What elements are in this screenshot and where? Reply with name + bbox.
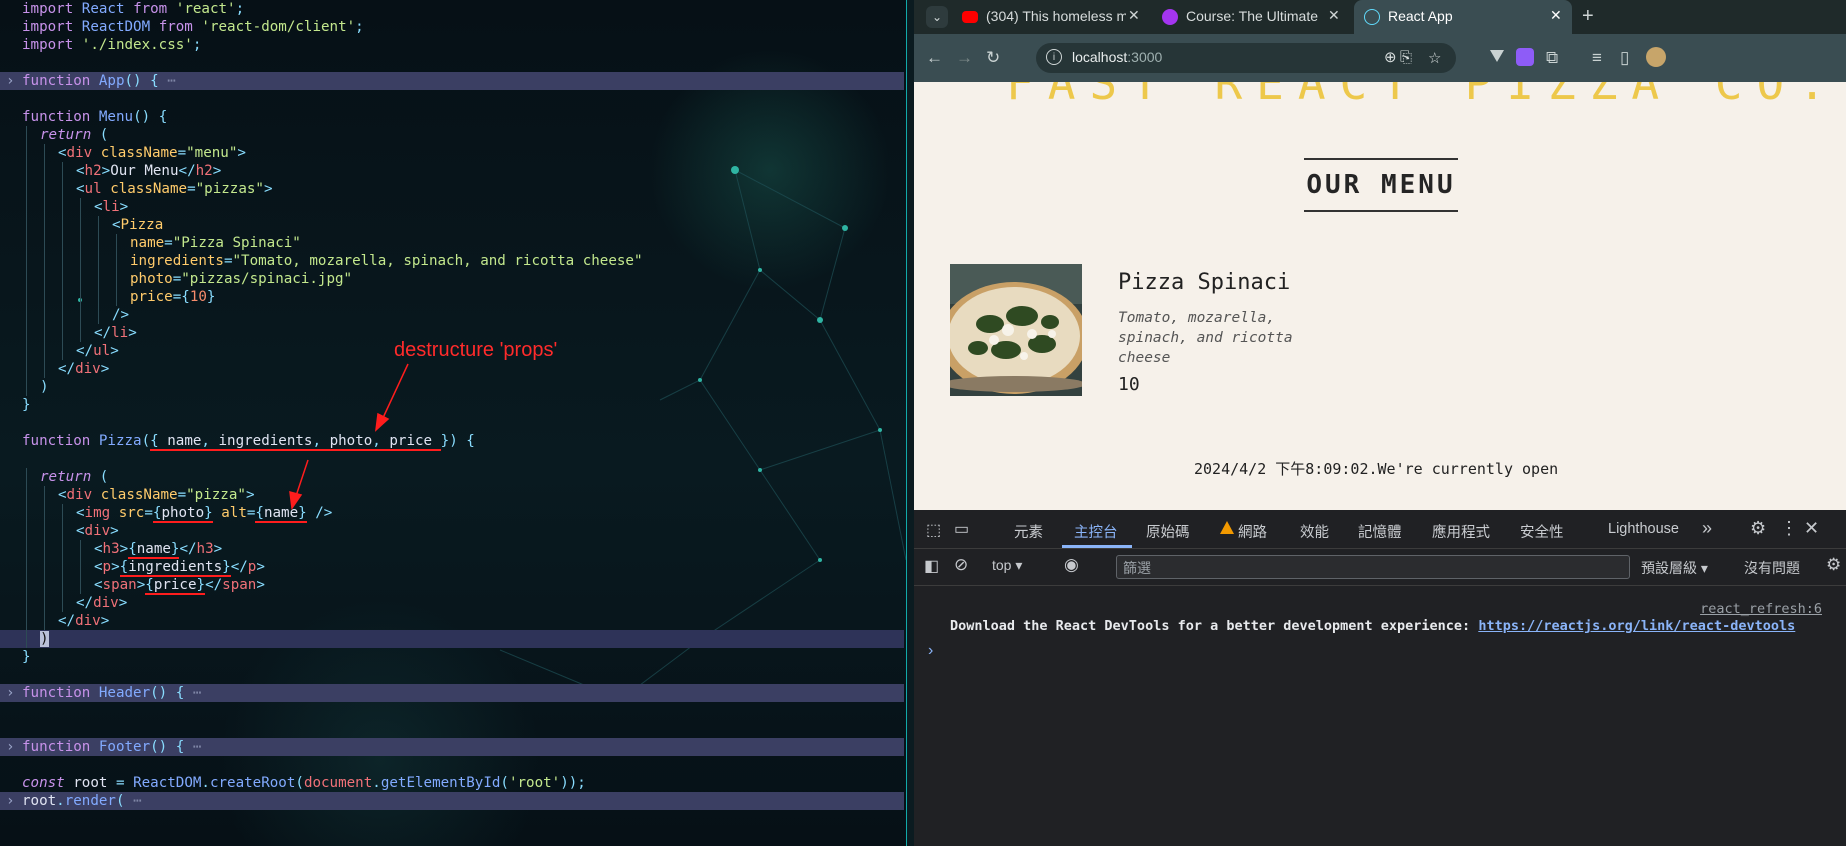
footer-open-status: 2024/4/2 下午8:09:02.We're currently open <box>1194 460 1559 478</box>
console-message: Download the React DevTools for a better… <box>950 618 1796 634</box>
code-editor[interactable]: import React from 'react'; import ReactDO… <box>0 0 906 846</box>
tab-title: (304) This homeless man <box>986 8 1126 24</box>
pizza-name: Pizza Spinaci <box>1118 270 1291 295</box>
media-controls-icon[interactable]: ≡ <box>1592 48 1602 68</box>
pizza-photo-graphic <box>950 264 1082 396</box>
site-info-icon[interactable]: i <box>1046 49 1062 65</box>
tab-bar: ⌄ (304) This homeless man ✕ Course: The … <box>914 0 1846 34</box>
zoom-icon[interactable]: ⊕ <box>1384 48 1397 66</box>
react-app-page: FAST REACT PIZZA CO. OUR MENU Pizza Spin… <box>914 82 1846 510</box>
gear-icon[interactable]: ⚙ <box>1750 518 1766 539</box>
console-settings-gear-icon[interactable]: ⚙ <box>1826 555 1841 575</box>
back-arrow-icon[interactable]: ← <box>926 48 943 68</box>
eye-live-expression-icon[interactable]: ◉ <box>1064 555 1079 575</box>
console-filter-input[interactable]: 篩選 <box>1116 555 1630 579</box>
devtools-tab-elements[interactable]: 元素 <box>1014 521 1043 542</box>
install-app-icon[interactable]: ⎘ <box>1400 49 1412 66</box>
devtools-tabs: ⬚ ▭ 元素 主控台 原始碼 網路 效能 記憶體 應用程式 安全性 Lighth… <box>914 510 1846 549</box>
new-tab-plus-icon[interactable]: + <box>1582 5 1594 28</box>
tab-search-button[interactable]: ⌄ <box>920 0 948 34</box>
filter-placeholder: 篩選 <box>1123 560 1151 576</box>
more-tabs-chevron-icon[interactable]: » <box>1702 518 1712 539</box>
tab-youtube[interactable]: (304) This homeless man ✕ <box>952 0 1152 34</box>
chevron-down-icon: ⌄ <box>926 6 948 28</box>
url-text: localhost:3000 <box>1072 49 1163 65</box>
active-tab-indicator <box>1062 545 1132 548</box>
log-levels-dropdown[interactable]: 預設層級 ▾ <box>1641 558 1708 578</box>
forward-arrow-icon[interactable]: → <box>956 48 973 68</box>
tab-title: Course: The Ultimate React <box>1186 8 1322 24</box>
puzzle-extensions-icon[interactable]: ⧉ <box>1546 48 1558 68</box>
devtools-tab-network[interactable]: 網路 <box>1238 521 1267 542</box>
close-icon[interactable]: ✕ <box>1328 7 1340 24</box>
close-devtools-icon[interactable]: ✕ <box>1804 518 1819 539</box>
reload-icon[interactable]: ↻ <box>986 48 1000 68</box>
devtools-tab-console[interactable]: 主控台 <box>1074 521 1118 542</box>
device-toolbar-icon[interactable]: ▭ <box>954 519 969 539</box>
side-panel-icon[interactable]: ▯ <box>1620 48 1629 68</box>
devtools-panel: ⬚ ▭ 元素 主控台 原始碼 網路 效能 記憶體 應用程式 安全性 Lighth… <box>914 510 1846 846</box>
devtools-tab-memory[interactable]: 記憶體 <box>1358 521 1402 542</box>
annotation-arrows <box>289 363 409 511</box>
console-source-link[interactable]: react_refresh:6 <box>1700 601 1822 617</box>
youtube-icon <box>962 11 978 23</box>
context-selector[interactable]: top ▾ <box>992 557 1022 574</box>
avatar[interactable] <box>1646 47 1666 67</box>
pizza-ingredients: Tomato, mozarella, spinach, and ricotta … <box>1118 310 1293 366</box>
console-toolbar: ◧ ⊘ top ▾ ◉ 篩選 預設層級 ▾ 沒有問題 ⚙ <box>914 549 1846 586</box>
devtools-tab-security[interactable]: 安全性 <box>1520 521 1564 542</box>
warning-icon <box>1220 521 1234 534</box>
extension-v-icon[interactable] <box>1490 50 1504 62</box>
navigation-bar: ← → ↻ i localhost:3000 ⎘ ☆ ⊕ ⧉ ≡ ▯ <box>914 34 1846 82</box>
more-menu-icon[interactable]: ⋮ <box>1780 518 1798 539</box>
console-prompt-chevron-icon[interactable]: › <box>928 642 933 660</box>
browser-window: ⌄ (304) This homeless man ✕ Course: The … <box>914 0 1846 846</box>
devtools-tab-lighthouse[interactable]: Lighthouse <box>1608 521 1679 537</box>
star-bookmark-icon[interactable]: ☆ <box>1428 49 1441 67</box>
pizza-photo <box>950 264 1082 396</box>
clear-console-icon[interactable]: ⊘ <box>954 555 968 575</box>
close-icon[interactable]: ✕ <box>1128 7 1140 24</box>
devtools-tab-application[interactable]: 應用程式 <box>1432 521 1490 542</box>
extension-purple-icon[interactable] <box>1516 48 1534 66</box>
tab-react-app[interactable]: React App ✕ <box>1354 0 1572 34</box>
react-icon <box>1364 9 1380 25</box>
page-header-partial: FAST REACT PIZZA CO. <box>1006 82 1840 110</box>
tab-udemy-course[interactable]: Course: The Ultimate React ✕ <box>1152 0 1352 34</box>
tab-title: React App <box>1388 8 1453 24</box>
devtools-tab-sources[interactable]: 原始碼 <box>1146 521 1190 542</box>
pizza-price: 10 <box>1118 374 1140 395</box>
menu-heading: OUR MENU <box>1304 158 1458 212</box>
issues-counter[interactable]: 沒有問題 <box>1744 558 1800 578</box>
udemy-icon <box>1162 9 1178 25</box>
devtools-tab-performance[interactable]: 效能 <box>1300 521 1329 542</box>
close-icon[interactable]: ✕ <box>1550 7 1562 24</box>
inspect-element-icon[interactable]: ⬚ <box>926 520 941 540</box>
sidebar-toggle-icon[interactable]: ◧ <box>924 556 939 576</box>
react-devtools-link[interactable]: https://reactjs.org/link/react-devtools <box>1478 618 1795 634</box>
